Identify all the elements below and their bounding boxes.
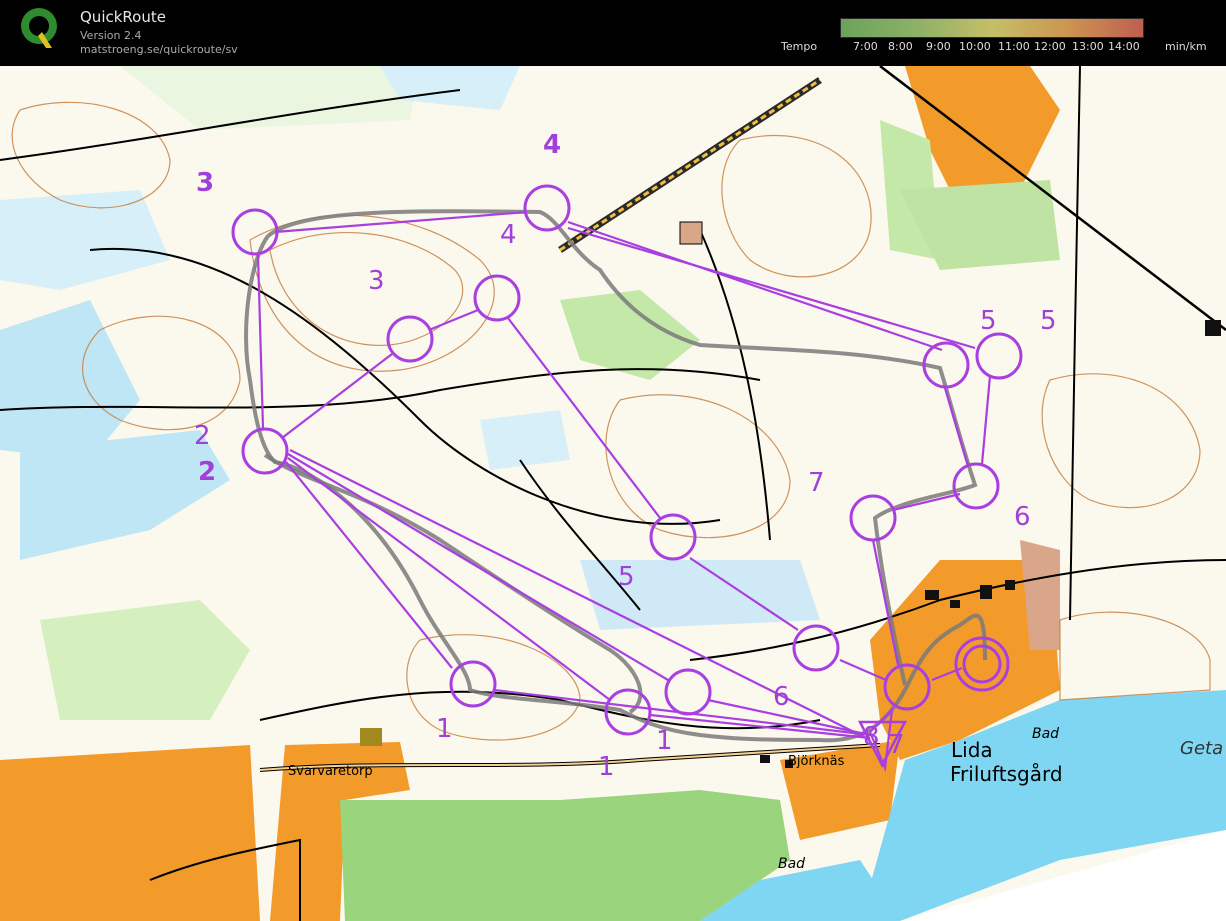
place-name-bjorknas: Björknäs	[788, 754, 845, 769]
control-number: 6	[773, 682, 790, 712]
tempo-tick: 8:00	[888, 40, 913, 53]
tempo-color-scale	[840, 18, 1144, 38]
place-name-geta: Geta	[1180, 738, 1224, 759]
tempo-tick: 10:00	[959, 40, 991, 53]
place-name-friluftsgard: Friluftsgård	[950, 762, 1063, 786]
control-number: 1	[598, 752, 615, 782]
place-name-bad: Bad	[1032, 726, 1060, 742]
tempo-label: Tempo	[781, 40, 818, 53]
control-number: 4	[543, 130, 562, 160]
map-canvas	[0, 66, 1226, 921]
control-number: 3	[368, 266, 385, 296]
place-name-svarvaretorp: Svarvaretorp	[288, 764, 373, 779]
control-number: 1	[656, 726, 673, 756]
control-number: 2	[198, 457, 217, 487]
control-number: 2	[194, 421, 211, 451]
control-number: 3	[196, 168, 215, 198]
tempo-tick: 13:00	[1072, 40, 1104, 53]
control-number: 4	[500, 220, 517, 250]
tempo-tick: 11:00	[998, 40, 1030, 53]
quickroute-logo-icon	[21, 8, 57, 48]
control-number: 6	[1014, 502, 1031, 532]
app-header: QuickRoute Version 2.4 matstroeng.se/qui…	[0, 0, 1226, 62]
orienteering-map[interactable]: 3 4 4 3 2 2 5 5 7 6 5 6 1 1 1 8 7 Svarva…	[0, 66, 1226, 921]
tempo-tick-labels: 7:00 8:00 9:00 10:00 11:00 12:00 13:00 1…	[843, 40, 1153, 54]
tempo-tick: 12:00	[1034, 40, 1066, 53]
app-title: QuickRoute	[80, 8, 166, 26]
control-number: 7	[808, 468, 825, 498]
open-land-area	[0, 745, 260, 921]
tempo-tick: 7:00	[853, 40, 878, 53]
building	[679, 221, 703, 245]
app-version: Version 2.4	[80, 29, 142, 42]
app-url: matstroeng.se/quickroute/sv	[80, 43, 238, 56]
control-number: 5	[1040, 306, 1057, 336]
tempo-tick: 9:00	[926, 40, 951, 53]
place-name-lida: Lida	[951, 738, 993, 762]
control-number: 5	[980, 306, 997, 336]
green-vegetation	[340, 790, 790, 921]
tempo-unit: min/km	[1165, 40, 1207, 53]
control-number: 7	[888, 730, 905, 760]
tempo-tick: 14:00	[1108, 40, 1140, 53]
place-name-bad: Bad	[778, 856, 806, 872]
control-number: 5	[618, 562, 635, 592]
control-number: 1	[436, 714, 453, 744]
control-number: 8	[863, 722, 880, 752]
marsh-area	[480, 410, 570, 470]
